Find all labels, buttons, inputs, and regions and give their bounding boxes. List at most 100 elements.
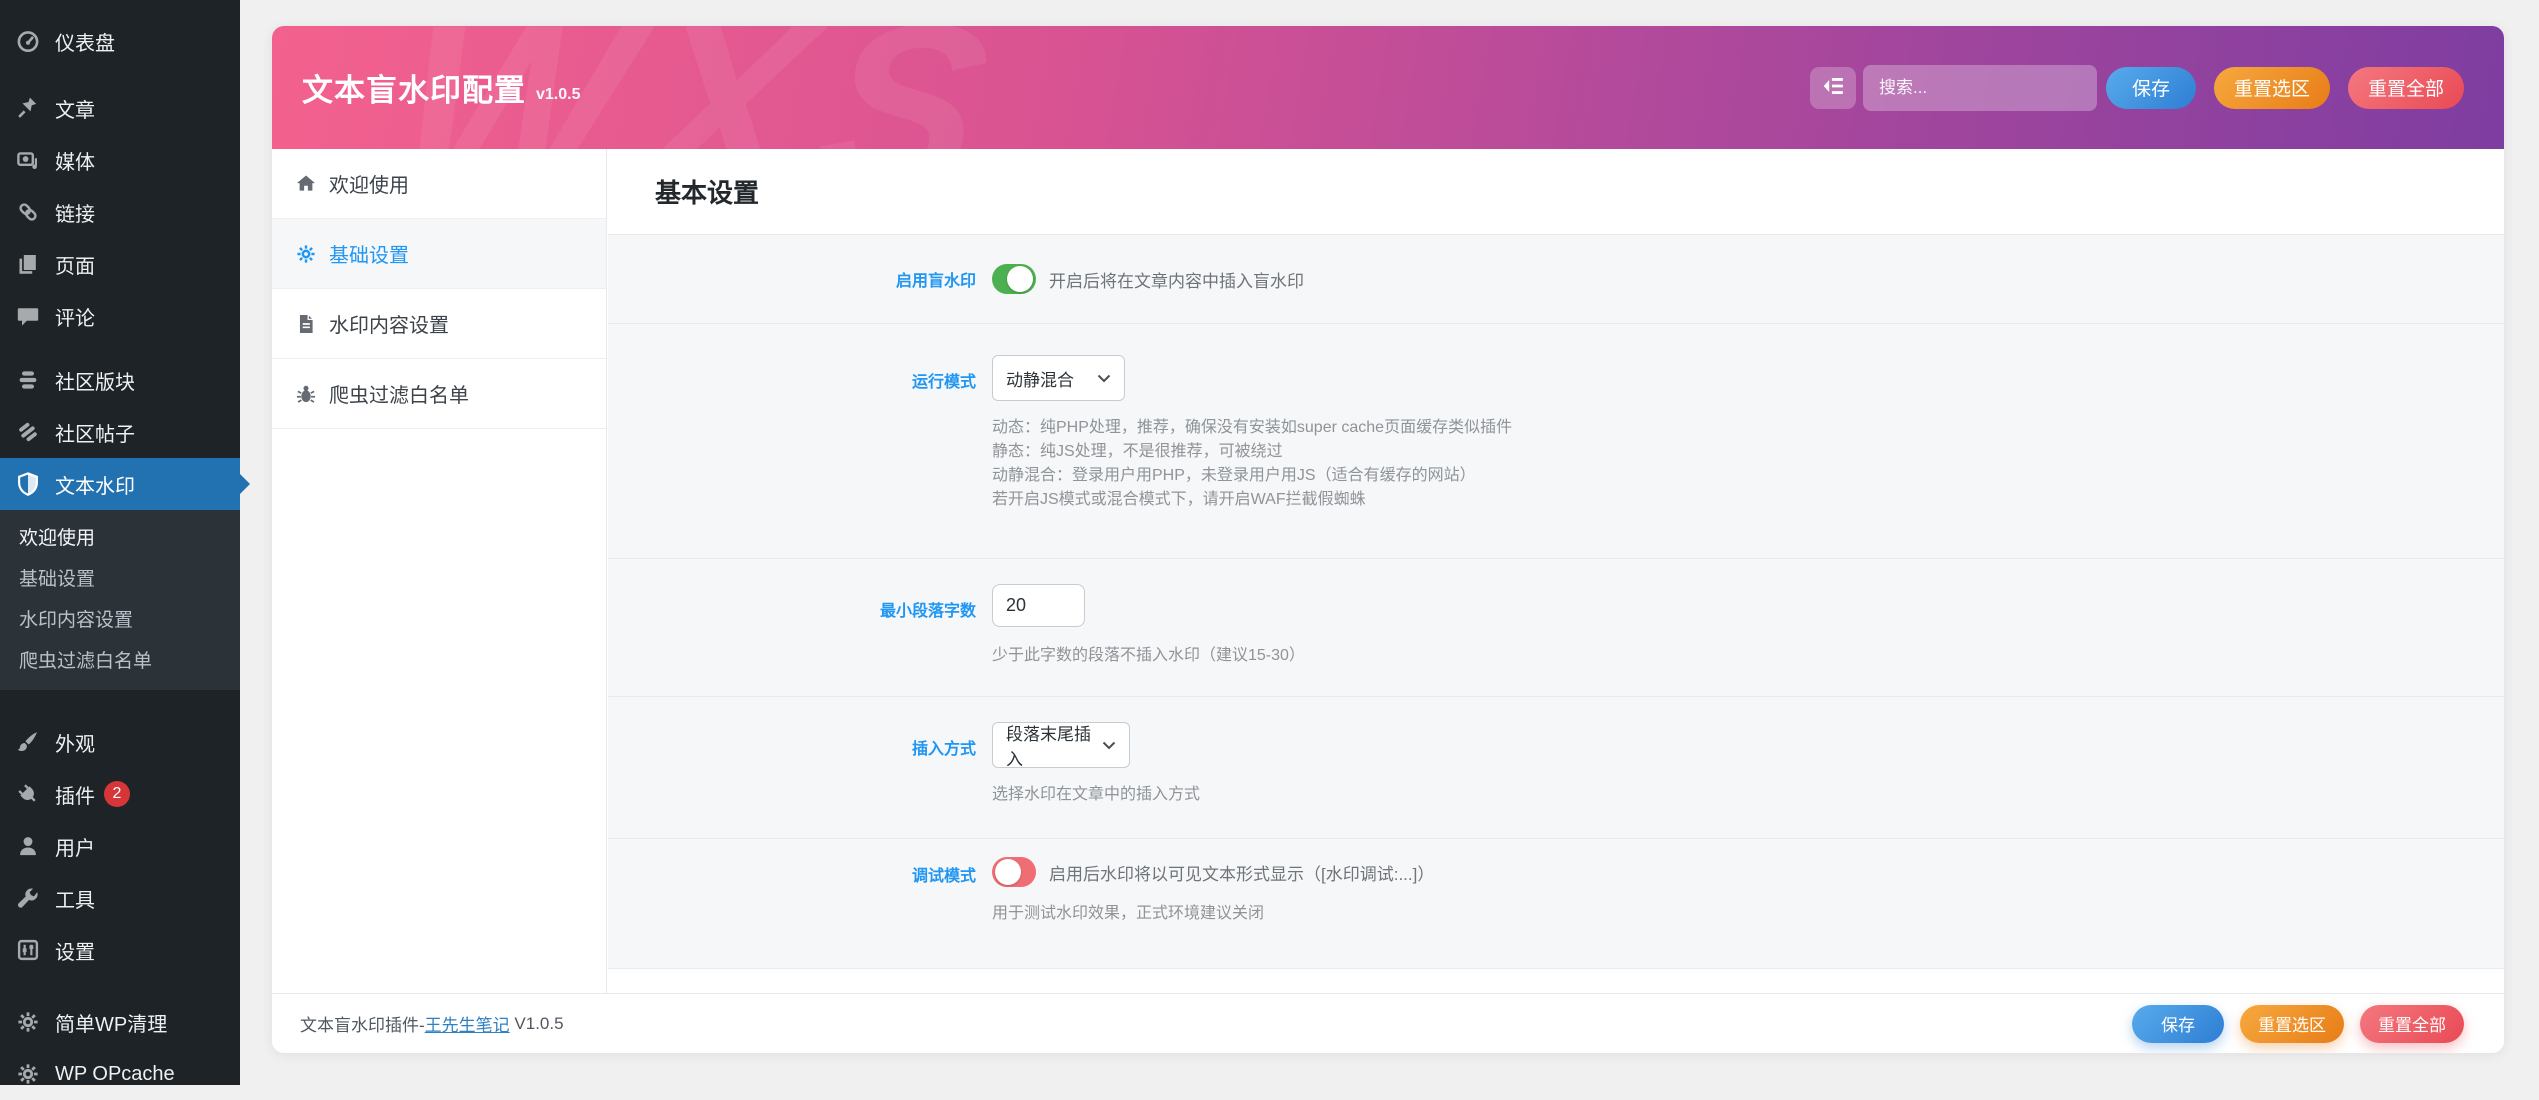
user-icon [13, 831, 43, 861]
row-debug-mode: 调试模式 启用后水印将以可见文本形式显示（[水印调试:...]） 用于测试水印效… [608, 839, 2504, 969]
sidebar-item-settings[interactable]: 设置 [0, 924, 240, 976]
author-link[interactable]: 王先生笔记 [425, 1011, 510, 1036]
media-icon [13, 145, 43, 175]
select-value: 动静混合 [1006, 366, 1074, 391]
reset-selection-button[interactable]: 重置选区 [2214, 67, 2330, 109]
row-run-mode: 运行模式 动静混合 动态：纯PHP处理，推荐，确保没有安装如super cach… [608, 324, 2504, 559]
sidebar-item-label: 社区帖子 [55, 418, 135, 447]
sidebar-item-label: 工具 [55, 884, 95, 913]
plugin-nav: 欢迎使用 基础设置 水印内容设置 爬虫过滤白名单 [272, 149, 607, 993]
sidebar-item-label: 用户 [55, 832, 95, 861]
sidebar-item-forum-sections[interactable]: 社区版块 [0, 354, 240, 406]
pages-icon [13, 249, 43, 279]
sidebar-item-label: 评论 [55, 302, 95, 331]
sidebar-item-text-watermark[interactable]: 文本水印 [0, 458, 240, 510]
gear-icon [294, 242, 318, 266]
toggle-knob [1007, 266, 1033, 292]
field-label: 启用盲水印 [608, 267, 976, 291]
sidebar-item-label: WP OPcache [55, 1063, 175, 1086]
sidebar-item-label: 插件 [55, 780, 95, 809]
dashboard-icon [13, 26, 43, 56]
field-helper: 开启后将在文章内容中插入盲水印 [1049, 267, 1304, 292]
footer-reset-selection-button[interactable]: 重置选区 [2240, 1005, 2344, 1043]
field-description: 少于此字数的段落不插入水印（建议15-30） [992, 644, 1305, 668]
page-version: v1.0.5 [536, 86, 580, 104]
nav-item-welcome[interactable]: 欢迎使用 [272, 149, 606, 219]
plugin-settings-card: WXS 文本盲水印配置 v1.0.5 保存 重置选区 重置全部 欢迎使用 基础设… [272, 26, 2504, 1053]
submenu-item-watermark-content[interactable]: 水印内容设置 [0, 598, 240, 639]
outdent-icon [1821, 75, 1845, 100]
footer-save-button[interactable]: 保存 [2132, 1005, 2224, 1043]
search-input[interactable] [1863, 65, 2097, 111]
footer-reset-all-button[interactable]: 重置全部 [2360, 1005, 2464, 1043]
nav-item-label: 欢迎使用 [329, 169, 409, 198]
nav-item-label: 水印内容设置 [329, 309, 449, 338]
save-button[interactable]: 保存 [2106, 67, 2196, 109]
field-label: 运行模式 [608, 355, 976, 558]
sidebar-item-dashboard[interactable]: 仪表盘 [0, 15, 240, 67]
sidebar-item-comments[interactable]: 评论 [0, 290, 240, 342]
min-words-input[interactable] [992, 584, 1085, 627]
wp-admin-sidebar: 仪表盘 文章 媒体 链接 页面 评论 社区版块 [0, 0, 240, 1085]
comment-icon [13, 301, 43, 331]
field-label: 插入方式 [608, 722, 976, 838]
nav-item-watermark-content[interactable]: 水印内容设置 [272, 289, 606, 359]
sidebar-item-tools[interactable]: 工具 [0, 872, 240, 924]
sidebar-item-plugins[interactable]: 插件 2 [0, 768, 240, 820]
sidebar-item-label: 链接 [55, 198, 95, 227]
settings-content: 基本设置 启用盲水印 开启后将在文章内容中插入盲水印 运行模式 动静混合 动态：… [608, 149, 2504, 993]
sidebar-item-label: 页面 [55, 250, 95, 279]
sidebar-item-media[interactable]: 媒体 [0, 134, 240, 186]
sidebar-item-label: 社区版块 [55, 366, 135, 395]
plugin-footer: 文本盲水印插件-王先生笔记 V1.0.5 保存 重置选区 重置全部 [272, 993, 2504, 1053]
nav-item-label: 基础设置 [329, 239, 409, 268]
sidebar-item-label: 设置 [55, 936, 95, 965]
sidebar-item-forum-posts[interactable]: 社区帖子 [0, 406, 240, 458]
enable-watermark-toggle[interactable] [992, 264, 1036, 294]
submenu-item-crawler-whitelist[interactable]: 爬虫过滤白名单 [0, 639, 240, 680]
sidebar-item-pages[interactable]: 页面 [0, 238, 240, 290]
sidebar-item-links[interactable]: 链接 [0, 186, 240, 238]
footer-version: V1.0.5 [514, 1014, 563, 1034]
run-mode-select[interactable]: 动静混合 [992, 355, 1125, 401]
brush-icon [13, 727, 43, 757]
nav-item-crawler-whitelist[interactable]: 爬虫过滤白名单 [272, 359, 606, 429]
field-description: 用于测试水印效果，正式环境建议关闭 [992, 902, 1434, 926]
sidebar-item-label: 文本水印 [55, 470, 135, 499]
collapse-menu-button[interactable] [1810, 67, 1856, 109]
description-line: 动态：纯PHP处理，推荐，确保没有安装如super cache页面缓存类似插件 [992, 416, 1512, 440]
sidebar-item-label: 简单WP清理 [55, 1008, 167, 1037]
field-label: 调试模式 [608, 857, 976, 968]
row-insert-method: 插入方式 段落末尾插入 选择水印在文章中的插入方式 [608, 697, 2504, 839]
description-line: 静态：纯JS处理，不是很推荐，可被绕过 [992, 440, 1512, 464]
sidebar-item-users[interactable]: 用户 [0, 820, 240, 872]
section-heading: 基本设置 [608, 149, 2504, 235]
sidebar-item-appearance[interactable]: 外观 [0, 716, 240, 768]
select-value: 段落末尾插入 [1006, 720, 1096, 770]
field-description: 选择水印在文章中的插入方式 [992, 783, 1200, 807]
chevron-down-icon [1102, 741, 1116, 750]
sidebar-item-simple-wp-clean[interactable]: 简单WP清理 [0, 996, 240, 1048]
reset-all-button[interactable]: 重置全部 [2348, 67, 2464, 109]
toggle-knob [995, 859, 1021, 885]
text-watermark-submenu: 欢迎使用 基础设置 水印内容设置 爬虫过滤白名单 [0, 510, 240, 690]
debug-mode-toggle[interactable] [992, 857, 1036, 887]
insert-method-select[interactable]: 段落末尾插入 [992, 722, 1130, 768]
sidebar-item-label: 媒体 [55, 146, 95, 175]
description-line: 若开启JS模式或混合模式下，请开启WAF拦截假蜘蛛 [992, 488, 1512, 512]
row-enable-watermark: 启用盲水印 开启后将在文章内容中插入盲水印 [608, 235, 2504, 324]
document-icon [294, 312, 318, 336]
field-helper: 启用后水印将以可见文本形式显示（[水印调试:...]） [1049, 860, 1434, 885]
sidebar-item-wp-opcache[interactable]: WP OPcache [0, 1048, 240, 1100]
submenu-item-welcome[interactable]: 欢迎使用 [0, 516, 240, 557]
plugin-header: WXS 文本盲水印配置 v1.0.5 保存 重置选区 重置全部 [272, 26, 2504, 149]
submenu-item-basic-settings[interactable]: 基础设置 [0, 557, 240, 598]
link-icon [13, 197, 43, 227]
home-icon [294, 172, 318, 196]
sidebar-item-label: 文章 [55, 94, 95, 123]
wrench-icon [13, 883, 43, 913]
sidebar-item-posts[interactable]: 文章 [0, 82, 240, 134]
nav-item-basic-settings[interactable]: 基础设置 [272, 219, 606, 289]
page-title: 文本盲水印配置 [302, 65, 526, 110]
description-line: 动静混合：登录用户用PHP，未登录用户用JS（适合有缓存的网站） [992, 464, 1512, 488]
